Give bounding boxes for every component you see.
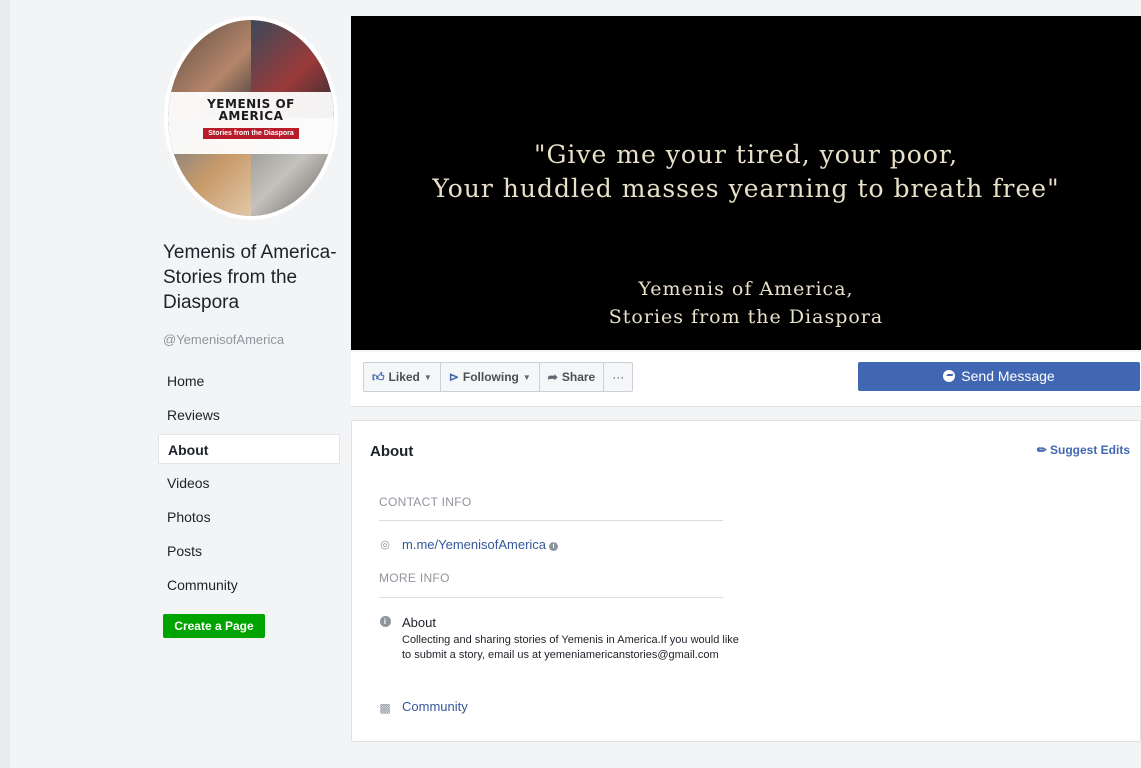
thumbs-up-icon: 👍︎ [372, 369, 385, 384]
about-card: About ✏︎ Suggest Edits CONTACT INFO ◎ m.m… [351, 420, 1141, 742]
caret-down-icon: ▼ [423, 372, 432, 382]
page-handle[interactable]: @YemenisofAmerica [163, 332, 284, 347]
messenger-link-text: m.me/YemenisofAmerica [402, 537, 547, 552]
cover-subtitle-line2: Stories from the Diaspora [608, 306, 884, 328]
rss-icon: ⊳ [448, 370, 459, 384]
divider [379, 520, 723, 521]
profile-image: YEMENIS OF AMERICA Stories from the Dias… [168, 20, 334, 216]
action-button-group: 👍︎ Liked ▼ ⊳ Following ▼ ➦ Share ··· [363, 362, 634, 392]
send-message-button[interactable]: Send Message [858, 362, 1140, 391]
messenger-link[interactable]: m.me/YemenisofAmerica i [402, 537, 559, 552]
nav-item-videos[interactable]: Videos [158, 468, 340, 498]
logo-subtitle: Stories from the Diaspora [203, 128, 299, 139]
share-button[interactable]: ➦ Share [540, 363, 605, 391]
cover-quote-line1: "Give me your tired, your poor, [533, 140, 959, 169]
suggest-edits-link[interactable]: ✏︎ Suggest Edits [1037, 443, 1130, 457]
cover-quote-line2: Your huddled masses yearning to breath f… [432, 174, 1060, 203]
following-button[interactable]: ⊳ Following ▼ [441, 363, 540, 391]
nav-item-about[interactable]: About [158, 434, 340, 464]
create-page-button[interactable]: Create a Page [163, 614, 265, 638]
caret-down-icon: ▼ [522, 372, 531, 382]
nav-item-home[interactable]: Home [158, 366, 340, 396]
cover-photo[interactable]: "Give me your tired, your poor, Your hud… [351, 16, 1141, 350]
more-info-header: MORE INFO [379, 571, 450, 585]
cover-subtitle-line1: Yemenis of America, [638, 278, 854, 300]
nav-item-community[interactable]: Community [158, 570, 340, 600]
more-options-button[interactable]: ··· [604, 363, 632, 391]
info-icon[interactable]: i [549, 542, 559, 551]
profile-logo: YEMENIS OF AMERICA Stories from the Dias… [168, 92, 334, 154]
nav-item-posts[interactable]: Posts [158, 536, 340, 566]
nav-item-photos[interactable]: Photos [158, 502, 340, 532]
pencil-icon: ✏︎ [1036, 443, 1047, 457]
contact-info-header: CONTACT INFO [379, 495, 472, 509]
info-circle-icon: i [379, 616, 391, 628]
logo-title-line2: AMERICA [218, 109, 284, 123]
page-name[interactable]: Yemenis of America- Stories from the Dia… [163, 240, 343, 315]
divider [379, 597, 723, 598]
about-description: Collecting and sharing stories of Yemeni… [402, 634, 739, 661]
nav-item-reviews[interactable]: Reviews [158, 400, 340, 430]
share-arrow-icon: ➦ [547, 370, 558, 384]
profile-picture[interactable]: YEMENIS OF AMERICA Stories from the Dias… [164, 16, 338, 220]
category-link[interactable]: Community [402, 699, 468, 714]
about-title: About [370, 443, 414, 460]
messenger-icon [943, 370, 956, 382]
liked-label: Liked [388, 370, 420, 384]
page-nav: Home Reviews About Videos Photos Posts C… [158, 366, 340, 604]
messenger-icon: ◎ [380, 539, 390, 551]
liked-button[interactable]: 👍︎ Liked ▼ [364, 363, 441, 391]
about-label: About [402, 615, 436, 630]
share-label: Share [561, 370, 596, 384]
following-label: Following [462, 370, 519, 384]
action-bar: 👍︎ Liked ▼ ⊳ Following ▼ ➦ Share ··· Sen… [351, 352, 1141, 407]
category-icon: ▩ [379, 701, 391, 715]
send-message-label: Send Message [961, 368, 1055, 384]
suggest-edits-label: Suggest Edits [1049, 443, 1130, 457]
